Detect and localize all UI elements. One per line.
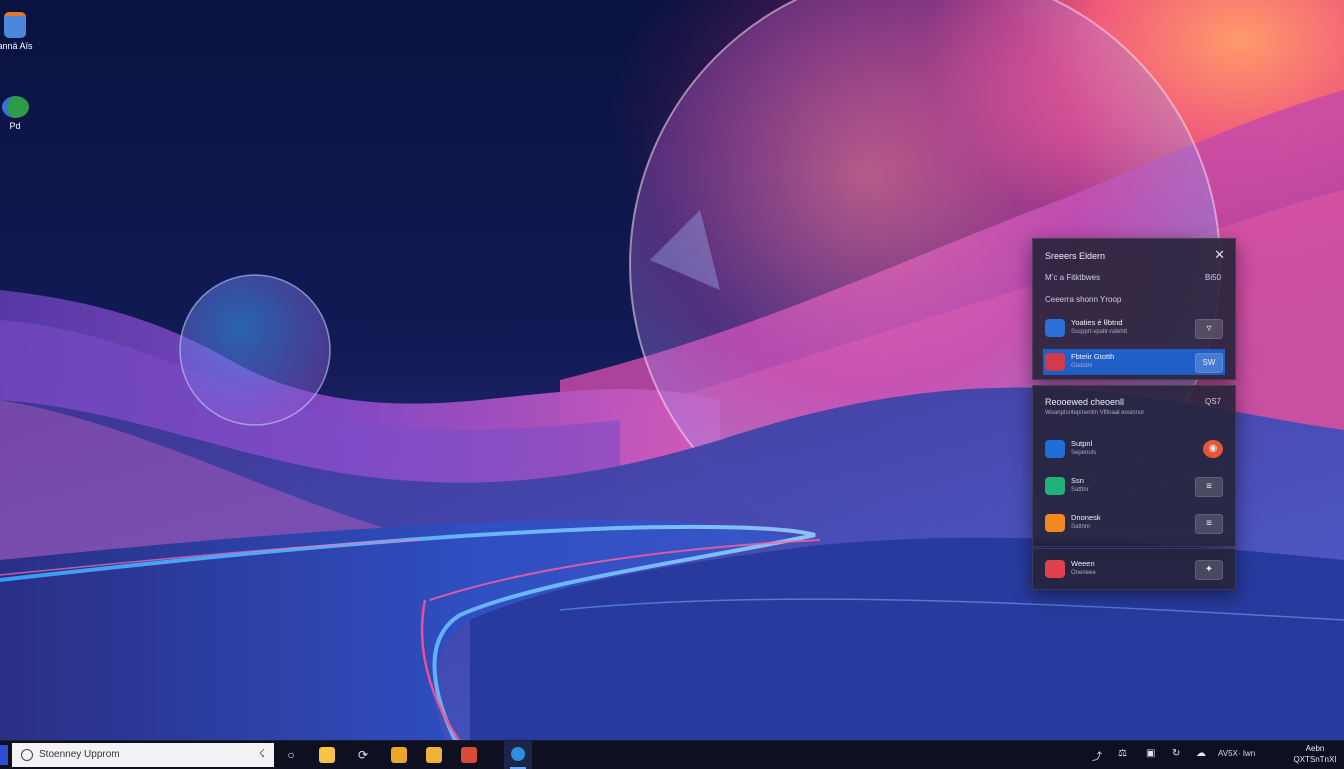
app-icon bbox=[1045, 514, 1065, 532]
item-name: Yoaties é θbtnd bbox=[1071, 318, 1123, 327]
app-icon bbox=[4, 12, 26, 38]
item-name: Dnonesk bbox=[1071, 513, 1101, 522]
item-action-button[interactable]: SW bbox=[1195, 353, 1223, 373]
list-item[interactable]: Yoaties é θbtnd Sscpprt-vpaltr-ratehtt ▿ bbox=[1043, 315, 1225, 341]
flyout-title: Sreeers Eldern bbox=[1045, 251, 1106, 261]
item-sub: Gtattahi bbox=[1071, 363, 1093, 369]
language-indicator[interactable]: AV5X· Iwn bbox=[1218, 749, 1255, 758]
chevron-down-icon[interactable]: ▿ bbox=[1195, 319, 1223, 339]
taskbar: Stoenney Upprom ☇ ○ ⟳ ⤴ ⚖ ▣ ↻ ☁ AV5X· Iw… bbox=[0, 740, 1344, 769]
sparkle-icon[interactable]: ✦ bbox=[1195, 560, 1223, 580]
info-value: Bi50 bbox=[1204, 273, 1221, 282]
microphone-icon[interactable]: ☇ bbox=[259, 747, 265, 760]
list-item[interactable]: Dnonesk Sattnnr ≡ bbox=[1043, 510, 1225, 536]
cloud-icon bbox=[1045, 319, 1065, 337]
search-icon bbox=[21, 749, 33, 761]
app-icon bbox=[1045, 477, 1065, 495]
active-app-button[interactable] bbox=[504, 741, 532, 769]
desktop-icon-2[interactable]: Pd bbox=[0, 96, 38, 131]
apps-flyout: Reooewed cheoenll QS7 Woanptsntepinentin… bbox=[1032, 385, 1236, 547]
store-icon[interactable] bbox=[391, 747, 407, 763]
desktop-wallpaper bbox=[0, 0, 1344, 768]
search-text: Stoenney Upprom bbox=[39, 749, 120, 760]
info-label: M’c a Fitktbwes bbox=[1045, 273, 1101, 282]
wallpaper-art bbox=[0, 0, 1344, 768]
menu-icon[interactable]: ≡ bbox=[1195, 477, 1223, 497]
list-item-selected[interactable]: Fbteiir Gtotth Gtattahi SW bbox=[1043, 349, 1225, 375]
menu-icon[interactable]: ≡ bbox=[1195, 514, 1223, 534]
calendar-icon[interactable] bbox=[461, 747, 477, 763]
file-explorer-icon[interactable] bbox=[319, 747, 335, 763]
clock-time: Aebn bbox=[1305, 744, 1325, 753]
section-value: QS7 bbox=[1204, 397, 1221, 406]
item-sub: Oneneee bbox=[1071, 570, 1096, 576]
list-item[interactable]: Weeen Oneneee ✦ bbox=[1043, 556, 1225, 582]
section-title: Reooewed cheoenll bbox=[1045, 397, 1125, 407]
close-icon[interactable]: ✕ bbox=[1214, 247, 1225, 263]
item-name: Weeen bbox=[1071, 559, 1095, 568]
desktop-icon-label: annä Aïs bbox=[0, 41, 33, 51]
item-name: Ssn bbox=[1071, 476, 1084, 485]
record-icon[interactable]: ◉ bbox=[1203, 440, 1223, 458]
sync-icon[interactable]: ↻ bbox=[1172, 748, 1180, 759]
display-icon[interactable]: ▣ bbox=[1146, 748, 1155, 759]
bottom-flyout: Weeen Oneneee ✦ bbox=[1032, 548, 1236, 590]
item-name: Sutpnl bbox=[1071, 439, 1093, 448]
app-icon bbox=[1045, 560, 1065, 578]
item-sub: Sscpprt-vpaltr-ratehtt bbox=[1071, 329, 1128, 335]
list-item[interactable]: Ssn Satttnr ≡ bbox=[1043, 473, 1225, 499]
list-item[interactable]: Sutpnl Sepenuts ◉ bbox=[1043, 436, 1225, 462]
clock[interactable]: Aebn QXTSnTnXI bbox=[1288, 743, 1342, 765]
app-icon bbox=[1045, 440, 1065, 458]
show-hidden-icons-chevron-icon[interactable]: ⤴ bbox=[1092, 748, 1102, 763]
section-label: Ceeerra shonn Yroop bbox=[1045, 295, 1122, 304]
item-sub: Sattnnr bbox=[1071, 524, 1091, 530]
settings-flyout: Sreeers Eldern ✕ M’c a Fitktbwes Bi50 Ce… bbox=[1032, 238, 1236, 380]
item-sub: Sepenuts bbox=[1071, 450, 1097, 456]
start-button[interactable] bbox=[0, 745, 8, 765]
app-icon bbox=[1045, 353, 1065, 371]
photos-icon[interactable] bbox=[426, 747, 442, 763]
desktop-icon-1[interactable]: annä Aïs bbox=[0, 12, 38, 51]
network-icon[interactable]: ⚖ bbox=[1118, 748, 1127, 759]
refresh-icon[interactable]: ⟳ bbox=[352, 745, 374, 765]
item-sub: Satttnr bbox=[1071, 487, 1089, 493]
app-icon bbox=[1, 96, 29, 118]
active-app-icon bbox=[511, 747, 525, 761]
item-name: Fbteiir Gtotth bbox=[1071, 352, 1115, 361]
clock-date: QXTSnTnXI bbox=[1293, 755, 1337, 764]
cloud-icon[interactable]: ☁ bbox=[1196, 748, 1206, 759]
section-subtitle: Woanptsntepinentin Vfitnaal eosinnor bbox=[1045, 410, 1145, 416]
desktop-icon-label: Pd bbox=[9, 121, 21, 131]
search-box[interactable]: Stoenney Upprom ☇ bbox=[12, 743, 274, 767]
task-view-icon[interactable]: ○ bbox=[280, 745, 302, 765]
